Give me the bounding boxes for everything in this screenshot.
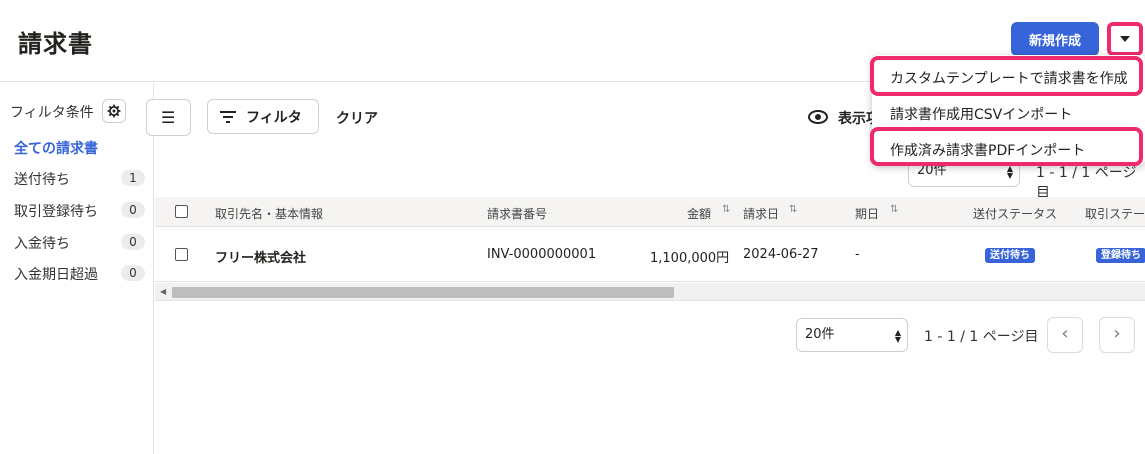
column-partner: 取引先名・基本情報 — [215, 207, 324, 221]
horizontal-scrollbar[interactable]: ◀ — [155, 283, 1145, 301]
gear-icon — [107, 104, 121, 118]
sort-icon[interactable]: ⇅ — [722, 204, 730, 215]
filter-sidebar: フィルタ条件 全ての請求書 送付待ち 1 取引登録待ち 0 入金待ち 0 入金期… — [0, 83, 154, 454]
column-amount: 金額 — [687, 207, 712, 221]
caret-down-icon — [1120, 36, 1130, 42]
page-range-text-top: 1 - 1 / 1 ページ目 — [1036, 165, 1137, 201]
table-row[interactable]: フリー株式会社 INV-0000000001 1,100,000円 2024-0… — [155, 228, 1145, 282]
sort-icon[interactable]: ⇅ — [890, 204, 898, 215]
table-header: 取引先名・基本情報 請求書番号 金額 ⇅ 請求日 ⇅ 期日 ⇅ 送付ステータス … — [155, 197, 1145, 227]
sidebar-item-awaiting-payment[interactable]: 入金待ち — [14, 233, 70, 253]
highlight-frame — [870, 56, 1143, 96]
highlight-frame — [870, 127, 1143, 166]
column-invoice-number: 請求書番号 — [487, 207, 548, 221]
column-send-status: 送付ステータス — [973, 207, 1058, 221]
collapse-menu-icon: ☰ — [161, 108, 176, 127]
invoice-number: INV-0000000001 — [487, 247, 597, 262]
count-badge: 1 — [121, 170, 145, 186]
new-invoice-button[interactable]: 新規作成 — [1011, 22, 1099, 56]
clear-button[interactable]: クリア — [336, 108, 378, 128]
new-invoice-dropdown-button[interactable] — [1107, 22, 1143, 56]
invoice-amount: 1,100,000円 — [650, 251, 730, 266]
sort-icon[interactable]: ⇅ — [789, 204, 797, 215]
scroll-left-arrow-icon[interactable]: ◀ — [160, 287, 166, 296]
sidebar-item-awaiting-registration[interactable]: 取引登録待ち — [14, 201, 98, 221]
select-all-checkbox[interactable] — [175, 205, 188, 218]
filter-settings-button[interactable] — [102, 99, 126, 123]
due-date: - — [855, 247, 860, 262]
per-page-value: 20件 — [805, 327, 835, 342]
filter-button-label: フィルタ — [246, 109, 302, 126]
page-range-text-bottom: 1 - 1 / 1 ページ目 — [924, 329, 1039, 345]
deal-status-badge: 登録待ち — [1096, 248, 1145, 263]
filter-icon — [220, 110, 236, 123]
sidebar-item-awaiting-send[interactable]: 送付待ち — [14, 169, 70, 189]
partner-name[interactable]: フリー株式会社 — [215, 247, 306, 266]
column-due-date: 期日 — [855, 207, 880, 221]
sidebar-item-overdue[interactable]: 入金期日超過 — [14, 264, 98, 284]
send-status-badge: 送付待ち — [985, 248, 1035, 263]
scrollbar-thumb[interactable] — [172, 287, 674, 298]
select-arrows-icon: ▲ ▼ — [894, 328, 901, 344]
count-badge: 0 — [121, 265, 145, 281]
prev-page-button[interactable]: ‹ — [1047, 317, 1083, 353]
chevron-left-icon: ‹ — [1061, 323, 1069, 344]
collapse-sidebar-button[interactable]: ☰ — [146, 99, 191, 136]
eye-icon[interactable] — [808, 110, 828, 124]
page-title: 請求書 — [18, 30, 93, 58]
filter-button[interactable]: フィルタ — [207, 99, 319, 134]
filter-heading: フィルタ条件 — [10, 105, 94, 121]
count-badge: 0 — [121, 202, 145, 218]
chevron-right-icon: › — [1113, 323, 1121, 344]
invoice-date: 2024-06-27 — [743, 247, 819, 262]
column-deal-status: 取引ステー — [1085, 207, 1145, 221]
row-checkbox[interactable] — [175, 248, 188, 261]
count-badge: 0 — [121, 234, 145, 250]
menu-item-csv-import[interactable]: 請求書作成用CSVインポート — [890, 104, 1072, 124]
per-page-select-bottom[interactable]: 20件 ▲ ▼ — [796, 318, 908, 352]
next-page-button[interactable]: › — [1099, 317, 1135, 353]
sidebar-item-all-invoices[interactable]: 全ての請求書 — [14, 138, 98, 158]
column-invoice-date: 請求日 — [743, 207, 780, 221]
select-arrows-icon: ▲ ▼ — [1006, 164, 1013, 180]
